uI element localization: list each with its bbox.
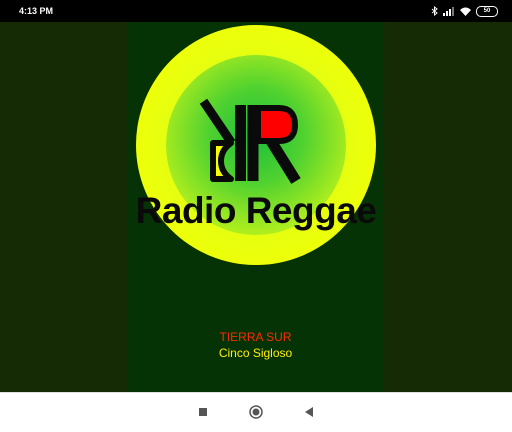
battery-icon: 50 bbox=[476, 5, 498, 17]
bluetooth-icon bbox=[431, 6, 438, 16]
status-time: 4:13 PM bbox=[19, 6, 54, 16]
home-icon bbox=[249, 405, 263, 419]
home-button[interactable] bbox=[247, 403, 265, 421]
now-playing-title: TIERRA SUR bbox=[219, 330, 292, 344]
now-playing-artist: Cinco Sigloso bbox=[218, 346, 293, 360]
rr-monogram-icon bbox=[199, 98, 301, 184]
back-icon bbox=[305, 407, 313, 417]
wifi-icon bbox=[460, 7, 471, 16]
recents-icon bbox=[199, 408, 207, 416]
logo-text: Radio Reggae bbox=[135, 190, 377, 231]
status-icons: 50 bbox=[431, 5, 498, 17]
back-button[interactable] bbox=[300, 403, 318, 421]
recents-button[interactable] bbox=[194, 403, 212, 421]
signal-icon bbox=[443, 6, 455, 16]
status-bar: 4:13 PM 50 bbox=[0, 0, 512, 22]
radio-reggae-logo: Radio Reggae bbox=[136, 25, 377, 265]
navigation-bar bbox=[0, 392, 512, 432]
